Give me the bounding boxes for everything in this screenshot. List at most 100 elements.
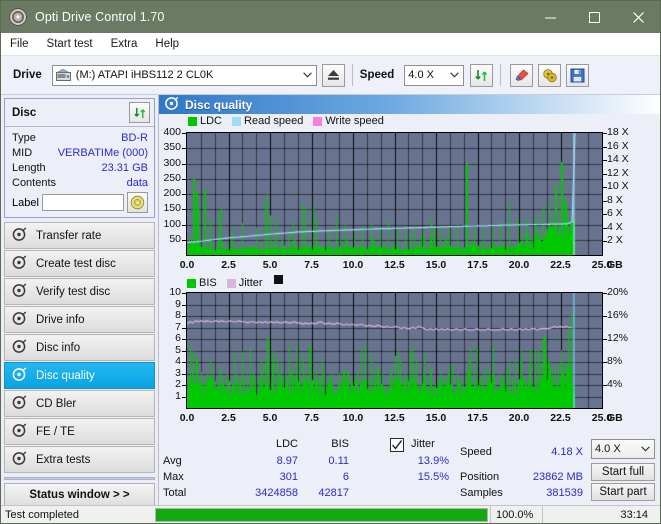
position-stat-value: 23862 MB [532,471,583,483]
jitter-checkbox[interactable] [390,438,404,452]
y-tick [182,148,186,150]
sidebar-item-transfer-rate[interactable]: Transfer rate [4,222,155,249]
drive-label: Drive [13,69,42,81]
x-tick-label: 5.0 [262,412,278,424]
bis-plot-area [186,292,603,409]
start-full-button[interactable]: Start full [591,463,655,481]
sidebar-item-drive-info[interactable]: Drive info [4,306,155,333]
sidebar-item-cd-bler[interactable]: CD Bler [4,390,155,417]
disc-quality-header: Disc quality [159,95,660,114]
test-speed-select[interactable]: 4.0 X [591,439,655,459]
y-tick [182,293,186,294]
chevron-down-icon [450,69,460,81]
menu-help[interactable]: Help [155,36,188,52]
bis-legend: BIS Jitter [187,275,283,291]
y-tick [182,304,186,306]
sidebar-item-create-test-disc[interactable]: Create test disc [4,250,155,277]
chevron-down-icon [641,443,650,455]
stats-row-max-label: Max [163,471,184,483]
legend-swatch-jitter [226,278,236,288]
x-tick-label: 12.5 [384,259,405,271]
menu-file[interactable]: File [10,36,38,52]
drive-select[interactable]: (M:) ATAPI iHBS112 2 CL0K [51,64,317,86]
legend-marker-icon [273,275,283,284]
disc-label-button[interactable] [126,192,148,213]
start-part-button[interactable]: Start part [591,483,655,501]
sidebar-item-label: Drive info [36,313,85,326]
close-button[interactable] [616,1,660,33]
x-tick-label: 12.5 [384,412,405,424]
y2-tick [603,214,607,216]
test-speed-value: 4.0 X [595,443,621,455]
legend-swatch-ldc [188,116,197,126]
save-button[interactable] [566,63,590,87]
x-tick-label: 20.0 [508,259,530,271]
main-panel: Disc quality LDC Read speed Write speed [158,95,660,510]
y-tick-label: 250 [163,171,181,184]
app-disc-icon [9,8,27,26]
disc-icon [12,310,27,329]
disc-info-panel: Disc Type BD-R MID VERBATIMe (000) Lengt… [4,98,155,218]
y-tick-label: 3 [175,366,181,379]
y-tick [182,362,186,363]
y-tick [182,396,186,398]
bitsetting-button[interactable] [538,63,562,87]
y-tick [182,239,186,241]
y2-tick-label: 16 X [607,139,629,152]
drive-toolbar: Drive (M:) ATAPI iHBS112 2 CL0K Speed 4.… [1,56,660,95]
menu-start-test[interactable]: Start test [47,36,102,52]
disc-value-type: BD-R [121,131,148,144]
sidebar-item-extra-tests[interactable]: Extra tests [4,446,155,473]
ldc-chart: LDC Read speed Write speed 50 100 150 200 25… [159,114,660,275]
eject-button[interactable] [321,63,345,87]
y2-tick [603,160,607,162]
legend-label-jitter: Jitter [238,277,263,289]
y2-tick-label: 4% [607,378,623,390]
erase-button[interactable] [510,63,534,87]
disc-panel-title: Disc [12,106,37,119]
progress-fill [156,508,487,521]
disc-icon [12,366,27,385]
y-tick [182,133,186,134]
speed-select[interactable]: 4.0 X [404,64,465,86]
window-title: Opti Drive Control 1.70 [35,10,165,24]
disc-icon [12,338,27,357]
disc-icon [12,394,27,413]
sidebar-item-disc-info[interactable]: Disc info [4,334,155,361]
y2-tick-label: 14 X [607,153,629,166]
legend-label-read-speed: Read speed [244,115,304,127]
sidebar-item-label: Extra tests [36,453,91,466]
y2-tick-label: 18 X [607,126,629,138]
y2-tick [603,316,607,317]
refresh-drive-button[interactable] [470,63,494,87]
x-tick-label: 0.0 [179,412,195,424]
menu-extra[interactable]: Extra [111,36,147,52]
disc-icon [12,422,27,441]
y-tick [182,209,186,211]
disc-refresh-button[interactable] [129,102,150,123]
sidebar-item-verify-test-disc[interactable]: Verify test disc [4,278,155,305]
y2-tick-label: 8% [607,355,623,367]
y-tick-label: 7 [175,320,181,333]
ldc-plot-area [186,132,603,256]
minimize-button[interactable] [528,1,572,33]
speed-label: Speed [359,69,395,81]
x-axis-unit-label: GB [607,259,623,271]
sidebar-item-label: Create test disc [36,257,116,270]
x-tick-label: 17.5 [467,412,488,424]
y-tick [182,194,186,195]
x-tick-label: 0.0 [179,259,195,271]
maximize-button[interactable] [572,1,616,33]
status-window-button[interactable]: Status window > > [4,483,155,507]
sidebar-item-disc-quality[interactable]: Disc quality [4,362,155,389]
disc-label-key: Label [12,196,39,209]
y2-tick [603,146,607,148]
legend-item-jitter: Jitter [226,277,263,289]
disc-label-input[interactable] [41,194,124,211]
nav-list: Transfer rate Create test disc Verify te… [1,222,158,474]
y-tick-label: 300 [163,156,181,169]
y-tick-label: 150 [163,202,181,215]
legend-item-write-speed: Write speed [313,115,384,127]
sidebar-item-fe-te[interactable]: FE / TE [4,418,155,445]
disc-label-row: Label [12,192,148,213]
